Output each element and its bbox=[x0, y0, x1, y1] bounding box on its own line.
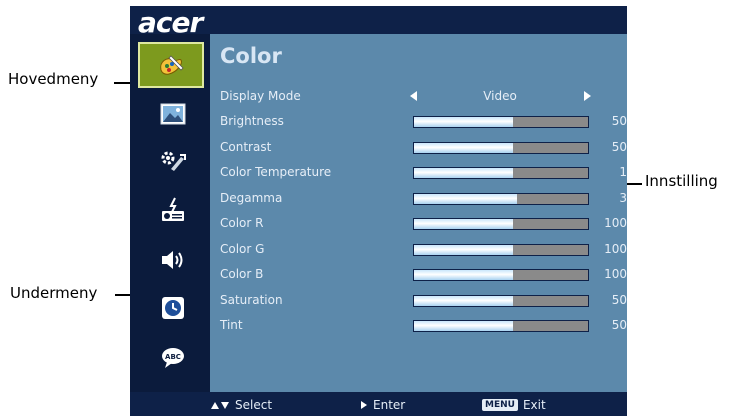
sidebar-item-settings[interactable] bbox=[140, 140, 206, 184]
footer-select: Select bbox=[210, 398, 272, 412]
sidebar-item-audio[interactable] bbox=[140, 238, 206, 282]
callout-setting: Innstilling bbox=[645, 172, 718, 190]
setting-label: Color R bbox=[220, 216, 264, 230]
submenu-panel: Color Display Mode Video Brightness 50 Con… bbox=[210, 34, 627, 392]
callout-sub-menu: Undermeny bbox=[10, 284, 98, 302]
footer-select-label: Select bbox=[235, 398, 273, 412]
osd-menu: acer ABC Color Display Mode Video Bright… bbox=[130, 6, 627, 416]
setting-slider-fill bbox=[414, 168, 514, 178]
color-icon bbox=[160, 55, 184, 75]
sidebar-item-color[interactable] bbox=[138, 42, 204, 88]
setting-value: 3 bbox=[619, 191, 627, 205]
sidebar-item-timer[interactable] bbox=[140, 286, 206, 330]
setting-label: Saturation bbox=[220, 293, 283, 307]
osd-footer: Select Enter MENU Exit bbox=[130, 392, 627, 416]
setting-label: Contrast bbox=[220, 140, 272, 154]
sidebar-item-management[interactable] bbox=[140, 188, 206, 232]
setting-slider-fill bbox=[414, 321, 514, 331]
setting-slider[interactable] bbox=[413, 269, 589, 281]
setting-value: 50 bbox=[611, 318, 627, 332]
menu-title: Color bbox=[220, 44, 282, 68]
callout-main-menu: Hovedmeny bbox=[8, 70, 99, 88]
setting-label: Color Temperature bbox=[220, 165, 332, 179]
mode-left-arrow-icon[interactable] bbox=[410, 91, 417, 101]
setting-slider[interactable] bbox=[413, 295, 589, 307]
management-icon bbox=[162, 197, 184, 221]
setting-label: Brightness bbox=[220, 114, 284, 128]
setting-slider[interactable] bbox=[413, 142, 589, 154]
timer-icon bbox=[162, 297, 184, 319]
setting-label: Color G bbox=[220, 242, 265, 256]
right-arrow-icon bbox=[361, 401, 367, 409]
up-down-arrows-icon bbox=[211, 402, 229, 409]
setting-slider-fill bbox=[414, 194, 517, 204]
setting-slider-fill bbox=[414, 270, 514, 280]
image-icon bbox=[160, 103, 186, 125]
setting-value: 100 bbox=[604, 242, 627, 256]
setting-value: 50 bbox=[611, 293, 627, 307]
setting-slider-fill bbox=[414, 219, 514, 229]
setting-slider[interactable] bbox=[413, 244, 589, 256]
menu-key-badge: MENU bbox=[482, 399, 518, 411]
setting-slider-fill bbox=[414, 245, 514, 255]
setting-slider[interactable] bbox=[413, 218, 589, 230]
audio-icon bbox=[162, 251, 183, 269]
setting-label: Degamma bbox=[220, 191, 283, 205]
brand-logo: acer bbox=[138, 6, 203, 39]
footer-enter: Enter bbox=[360, 398, 405, 412]
setting-slider-fill bbox=[414, 296, 514, 306]
setting-slider-fill bbox=[414, 117, 514, 127]
footer-enter-label: Enter bbox=[373, 398, 406, 412]
manual-figure: Hovedmeny Undermeny Innstilling acer ABC… bbox=[0, 0, 733, 420]
sidebar-item-language[interactable]: ABC bbox=[140, 336, 206, 380]
setting-value: 1 bbox=[619, 165, 627, 179]
setting-value: 100 bbox=[604, 216, 627, 230]
main-menu-sidebar: ABC bbox=[130, 34, 210, 392]
setting-value: 50 bbox=[611, 140, 627, 154]
settings-icon bbox=[161, 151, 186, 171]
setting-slider[interactable] bbox=[413, 167, 589, 179]
setting-label: Tint bbox=[220, 318, 243, 332]
setting-slider-fill bbox=[414, 143, 514, 153]
mode-right-arrow-icon[interactable] bbox=[584, 91, 591, 101]
setting-label: Color B bbox=[220, 267, 264, 281]
setting-slider[interactable] bbox=[413, 193, 589, 205]
svg-text:ABC: ABC bbox=[165, 353, 181, 361]
setting-value: 100 bbox=[604, 267, 627, 281]
setting-slider[interactable] bbox=[413, 320, 589, 332]
language-icon: ABC bbox=[162, 348, 184, 368]
setting-slider[interactable] bbox=[413, 116, 589, 128]
sidebar-item-image[interactable] bbox=[140, 92, 206, 136]
footer-exit-label: Exit bbox=[522, 398, 546, 412]
display-mode-value[interactable]: Video bbox=[455, 89, 545, 103]
setting-value: 50 bbox=[611, 114, 627, 128]
footer-exit: MENU Exit bbox=[482, 398, 546, 412]
display-mode-label: Display Mode bbox=[220, 89, 301, 103]
